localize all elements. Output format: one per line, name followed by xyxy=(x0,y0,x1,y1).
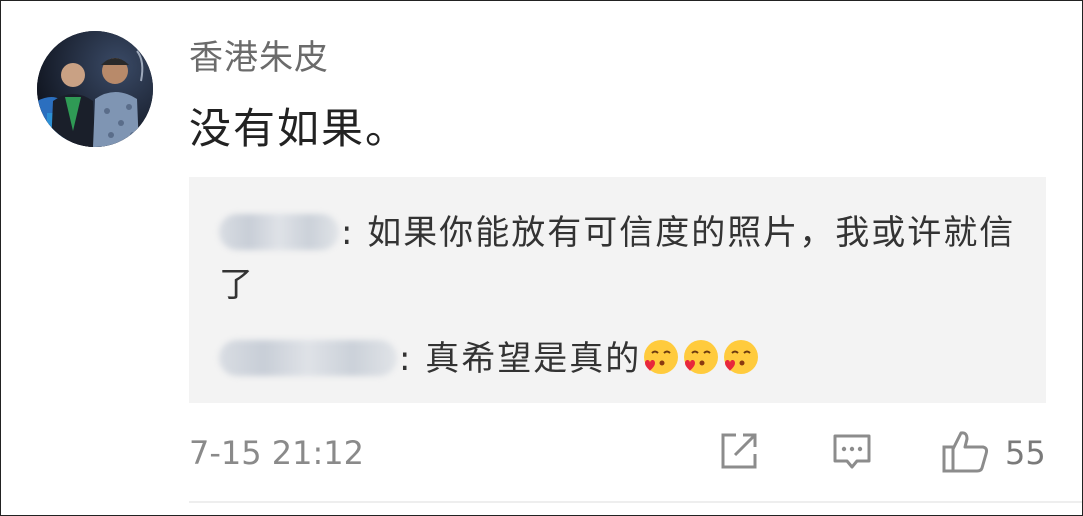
reply-text: : 真希望是真的 xyxy=(399,339,642,379)
comment-text: 没有如果。 xyxy=(189,104,410,153)
like-count: 55 xyxy=(1005,434,1046,472)
share-icon xyxy=(721,433,757,469)
comment-username[interactable]: 香港朱皮 xyxy=(189,35,329,81)
like-button[interactable] xyxy=(941,429,991,479)
blurred-reply-username xyxy=(219,213,339,250)
share-button[interactable] xyxy=(717,429,761,477)
comment-timestamp: 7-15 21:12 xyxy=(189,434,365,472)
divider xyxy=(189,501,1082,503)
comment-icon xyxy=(833,434,871,469)
comment-button[interactable] xyxy=(830,429,874,477)
avatar-photo xyxy=(37,31,153,147)
reply-list: : 如果你能放有可信度的照片，我或许就信了 : 真希望是真的 xyxy=(189,177,1046,403)
comment-card: 香港朱皮 没有如果。 : 如果你能放有可信度的照片，我或许就信了 : 真希望是真… xyxy=(0,0,1083,516)
blurred-reply-username xyxy=(219,339,397,376)
reply-item[interactable]: : 如果你能放有可信度的照片，我或许就信了 xyxy=(219,207,1019,311)
reply-item[interactable]: : 真希望是真的 xyxy=(219,333,1019,385)
kissing-face-heart-emoji xyxy=(644,339,679,374)
kissing-face-heart-emoji xyxy=(684,339,719,374)
thumbs-up-icon xyxy=(942,431,989,473)
kissing-face-heart-emoji xyxy=(724,339,759,374)
user-avatar[interactable] xyxy=(37,31,153,147)
